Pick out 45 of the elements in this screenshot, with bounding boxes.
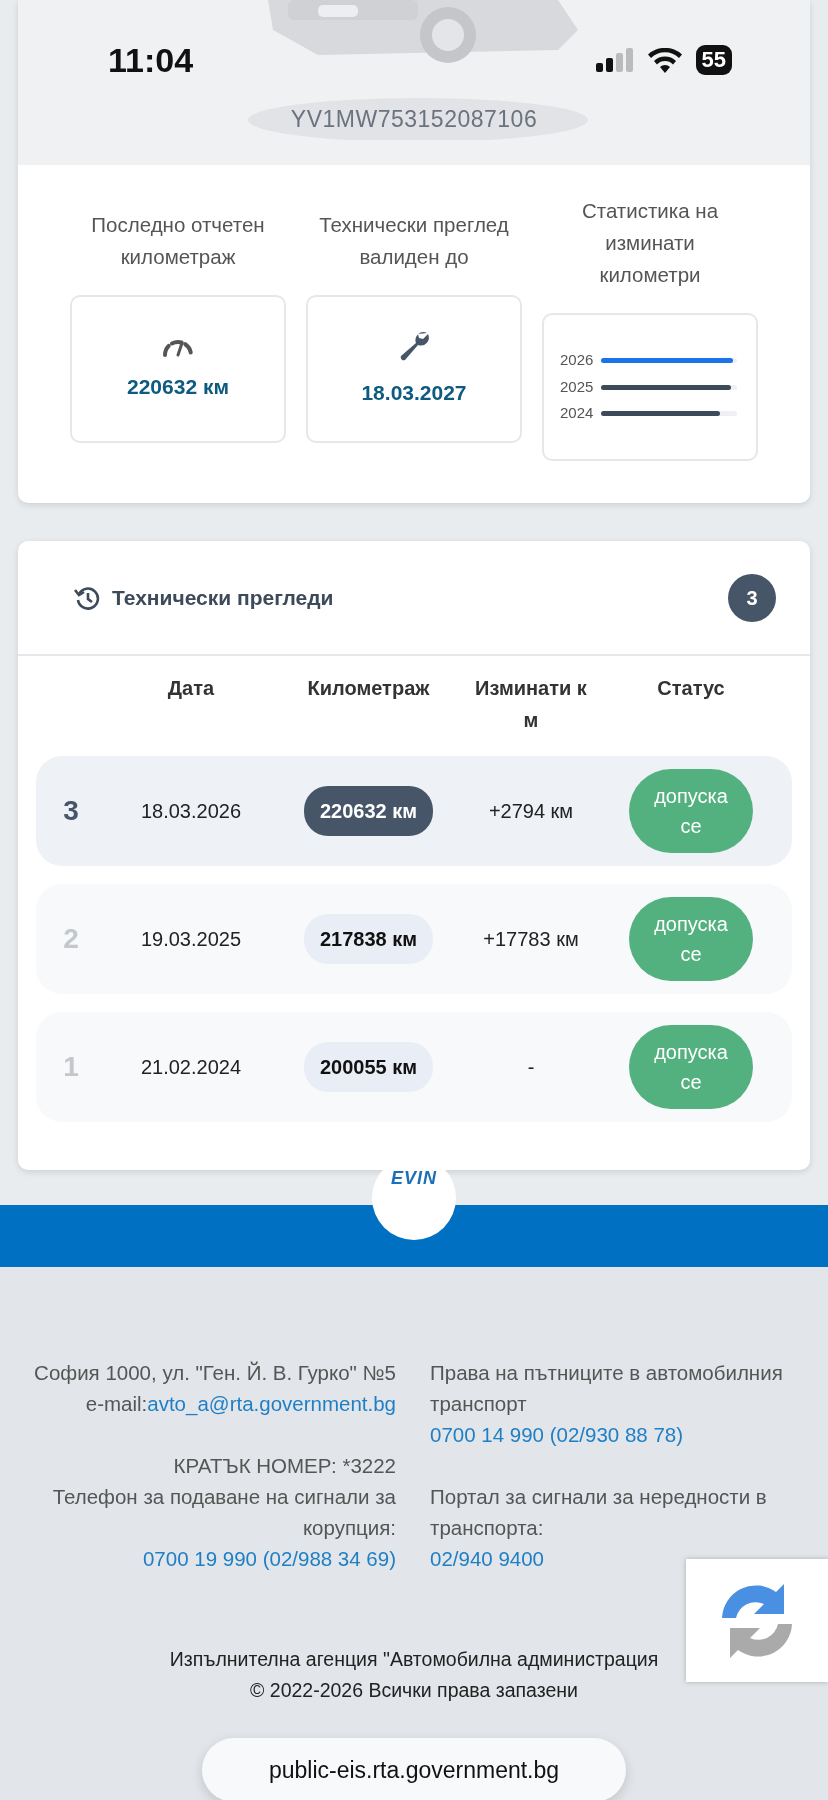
mileage-badge: 200055 км [303,1042,434,1092]
year-label: 2025 [560,376,594,397]
mileage-badge: 217838 км [303,914,434,964]
status-badge: допуска се [629,769,753,853]
column-header: Километраж [306,676,431,701]
distance-cell-text: +17783 км [482,927,580,952]
footer-text: Телефон за подаване на сигнали за корупция: [51,1484,396,1541]
agency-name: Изпълнителна агенция "Автомобилна администрация [168,1647,660,1672]
wifi-icon [647,47,682,73]
status-time: 11:04 [108,39,194,81]
stat-label: Технически преглед валиден до [318,212,510,270]
battery-indicator: 55 [695,45,732,75]
stat-value: 220632 км [127,374,229,401]
logo-text: EVIN [391,1168,437,1188]
mileage-badge: 220632 км [303,786,434,836]
column-header: Дата [166,676,216,701]
column-header: Изминати км [475,676,587,733]
status-badge: допуска се [629,897,753,981]
date-cell-text: 19.03.2025 [139,927,243,952]
history-icon [74,584,100,611]
row-number: 3 [62,794,80,828]
recaptcha-badge[interactable] [686,1559,828,1682]
stat-label: Последно отчетен километраж [90,212,266,270]
footer-text: Права на пътниците в автомобилния транспорт [430,1360,784,1417]
stat-value: 18.03.2027 [361,380,467,407]
year-label: 2026 [560,350,594,371]
date-cell-text: 18.03.2026 [139,799,243,824]
count-badge: 3 [728,573,776,622]
distance-cell-text: - [526,1055,536,1080]
footer-text: КРАТЪК НОМЕР: *3222 [172,1453,396,1479]
signal-icon [595,48,634,72]
year-label: 2024 [560,403,594,424]
address-bar[interactable]: public-eis.rta.government.bg [202,1738,626,1800]
vin-number: YV1MW753152087106 [289,105,539,134]
stat-label: Статистика на изминати километри [580,198,720,288]
distance-cell-text: +2794 км [487,799,575,824]
section-title: Технически прегледи [112,584,335,611]
footer-text: София 1000, ул. "Ген. Й. В. Гурко" №5 [33,1360,396,1386]
footer-text: Портал за сигнали за нередности в транспорта: [430,1484,768,1541]
date-cell-text: 21.02.2024 [139,1055,243,1080]
copyright-text: © 2022-2026 Всички права запазени [249,1678,579,1703]
column-header: Статус [656,676,726,701]
table-row[interactable]: 3 18.03.2026 220632 км +2794 км допуска се [36,756,792,866]
footer-text: e-mail:avto_a@rta.government.bg [84,1391,396,1418]
status-badge: допуска се [629,1025,753,1109]
